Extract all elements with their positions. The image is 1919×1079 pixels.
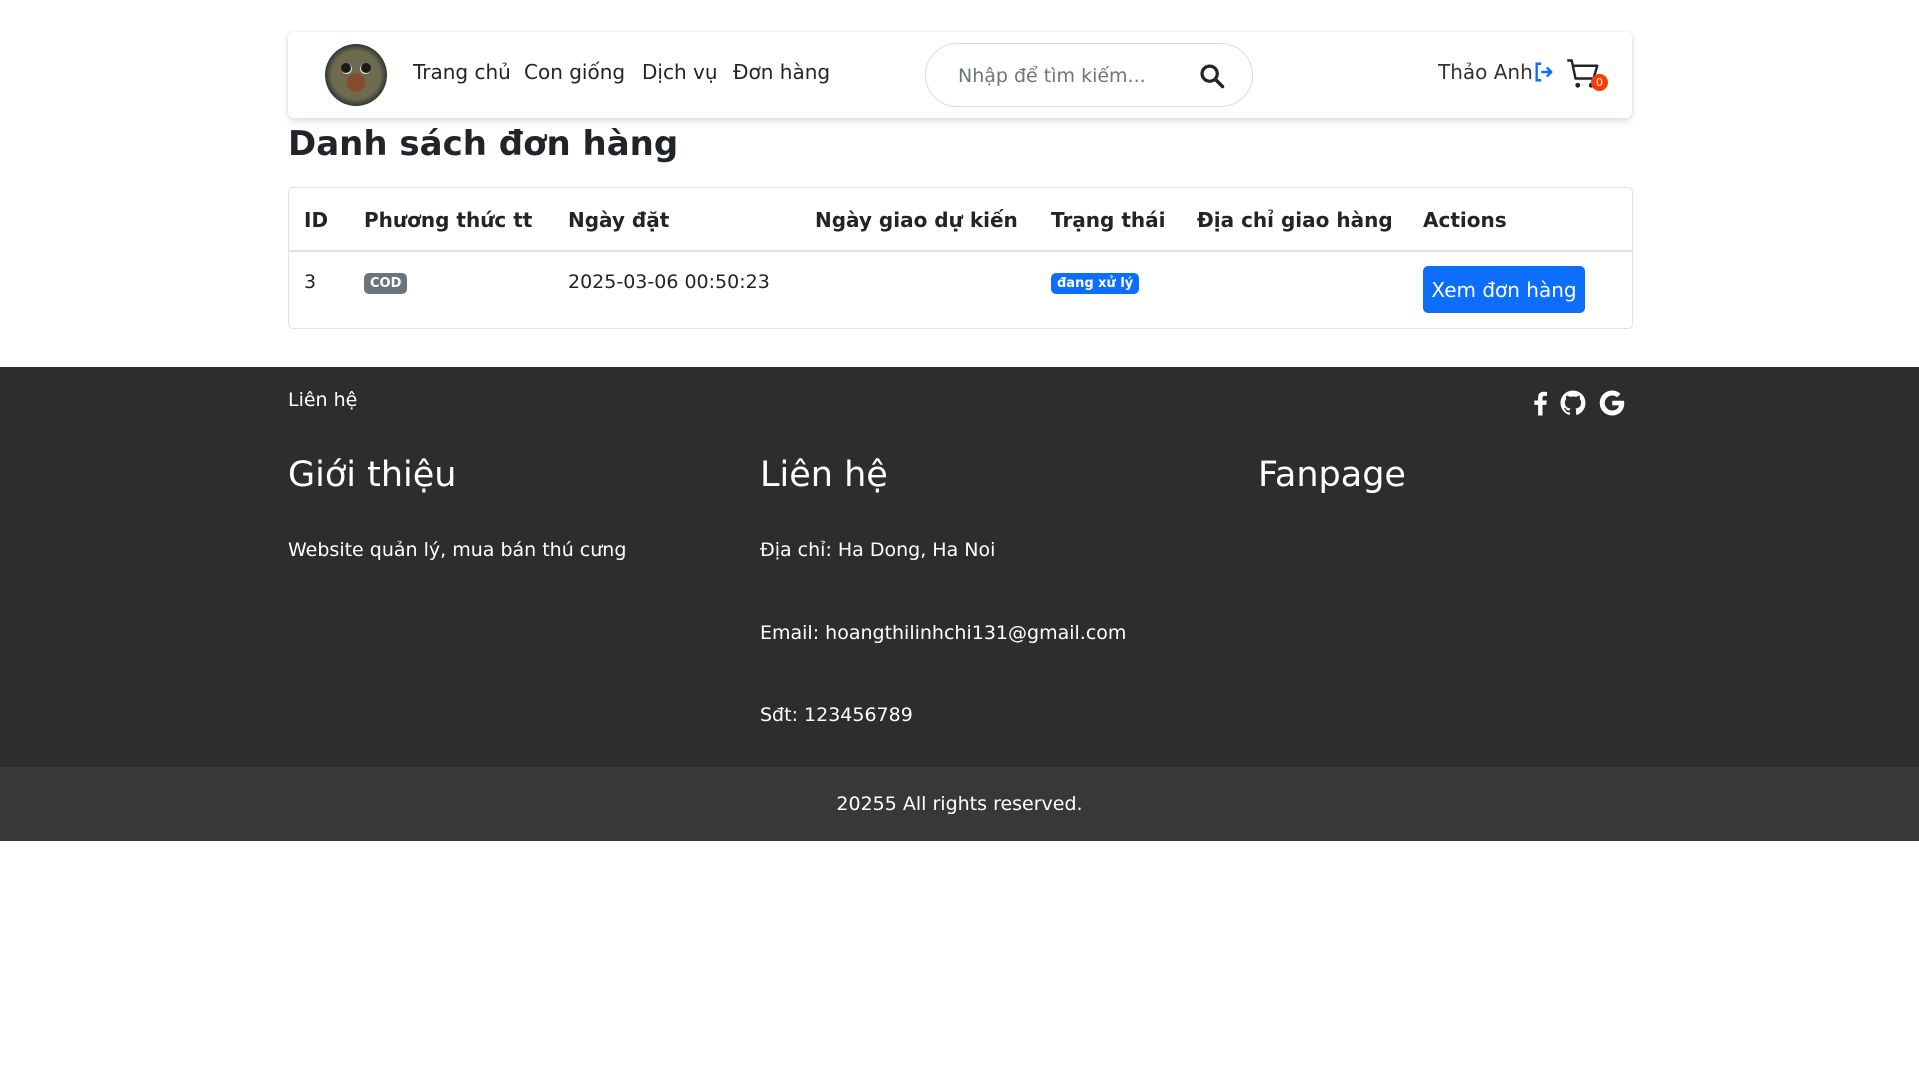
footer-phone: Sđt: 123456789 xyxy=(760,704,913,726)
nav-link-orders[interactable]: Đơn hàng xyxy=(733,60,830,84)
github-icon[interactable] xyxy=(1558,387,1588,419)
table-header-divider xyxy=(289,250,1632,252)
column-header-status: Trạng thái xyxy=(1051,208,1166,232)
google-icon[interactable] xyxy=(1597,387,1627,419)
column-header-actions: Actions xyxy=(1423,208,1507,232)
footer-contact-title: Liên hệ xyxy=(760,455,888,495)
column-header-address: Địa chỉ giao hàng xyxy=(1197,208,1393,232)
logout-icon[interactable] xyxy=(1533,61,1555,83)
logo-eye xyxy=(361,63,371,73)
user-name[interactable]: Thảo Anh xyxy=(1438,60,1533,84)
nav-link-breeds[interactable]: Con giống xyxy=(524,60,625,84)
footer-contact-link[interactable]: Liên hệ xyxy=(288,389,357,411)
facebook-icon[interactable] xyxy=(1525,387,1555,419)
search-icon[interactable] xyxy=(1198,62,1226,90)
orders-table: ID Phương thức tt Ngày đặt Ngày giao dự … xyxy=(288,187,1633,329)
search-box xyxy=(925,43,1253,107)
view-order-button[interactable]: Xem đơn hàng xyxy=(1423,266,1585,313)
page-title: Danh sách đơn hàng xyxy=(288,124,679,164)
column-header-payment: Phương thức tt xyxy=(364,208,533,232)
search-input[interactable] xyxy=(956,62,1180,90)
footer-address: Địa chỉ: Ha Dong, Ha Noi xyxy=(760,539,996,561)
logo-avatar[interactable] xyxy=(325,44,387,106)
column-header-order-date: Ngày đặt xyxy=(568,208,670,232)
status-badge: đang xử lý xyxy=(1051,273,1140,294)
cell-id: 3 xyxy=(304,271,317,293)
cart-count-badge: 0 xyxy=(1591,74,1608,91)
nav-link-home[interactable]: Trang chủ xyxy=(413,60,511,84)
footer-intro-text: Website quản lý, mua bán thú cưng xyxy=(288,539,627,561)
footer-fanpage-title: Fanpage xyxy=(1258,455,1406,495)
logo-eye xyxy=(341,63,351,73)
copyright-bar: 20255 All rights reserved. xyxy=(0,767,1919,841)
footer: Liên hệ Giới thiệu Website quản lý, mua … xyxy=(0,367,1919,767)
column-header-expected-delivery: Ngày giao dự kiến xyxy=(815,208,1018,232)
footer-intro-title: Giới thiệu xyxy=(288,455,457,495)
column-header-id: ID xyxy=(304,208,329,232)
cell-order-date: 2025-03-06 00:50:23 xyxy=(568,271,770,293)
footer-email: Email: hoangthilinhchi131@gmail.com xyxy=(760,622,1127,644)
nav-link-services[interactable]: Dịch vụ xyxy=(642,60,718,84)
navbar: Trang chủ Con giống Dịch vụ Đơn hàng Thả… xyxy=(288,32,1632,118)
payment-badge: COD xyxy=(364,273,408,294)
